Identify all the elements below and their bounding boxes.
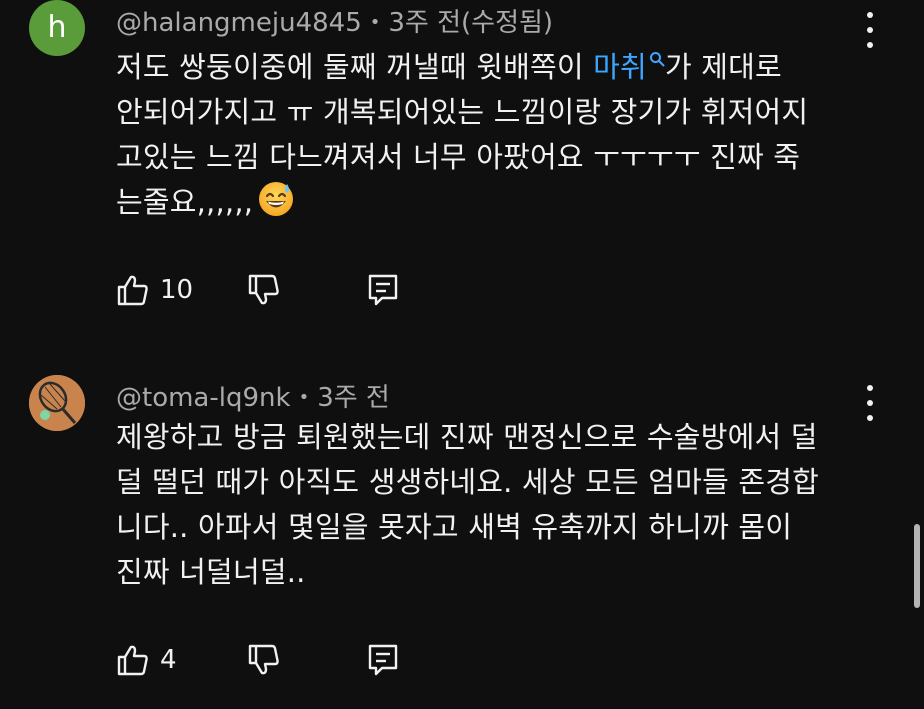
dislike-button[interactable]	[247, 643, 281, 677]
separator-dot: •	[298, 387, 310, 408]
more-vert-icon-dot	[867, 400, 873, 406]
tennis-racket-icon	[29, 375, 85, 431]
reply-button[interactable]	[367, 643, 399, 677]
more-options-button[interactable]	[860, 385, 880, 421]
comment-line: 덜 떨던 때가 아직도 생생하네요. 세상 모든 엄마들 존경합	[116, 465, 820, 499]
more-vert-icon	[867, 385, 873, 391]
comment-actions: 4	[116, 640, 399, 680]
comment-item: @toma-lq9nk • 3주 전 제왕하고 방금 퇴원했는데 진짜 맨정신으로 …	[0, 0, 924, 709]
comment-header: @toma-lq9nk • 3주 전	[116, 377, 390, 414]
thumbs-down-icon	[248, 644, 279, 675]
like-button[interactable]: 4	[116, 643, 177, 677]
author-handle[interactable]: @toma-lq9nk	[116, 383, 291, 413]
comment-time[interactable]: 3주 전	[317, 383, 390, 413]
like-count: 4	[160, 645, 177, 675]
comment-text: 제왕하고 방금 퇴원했는데 진짜 맨정신으로 수술방에서 덜 덜 떨던 때가 아…	[116, 415, 856, 595]
more-vert-icon-dot	[867, 415, 873, 421]
reply-comment-icon	[368, 644, 397, 676]
comment-line: 니다.. 아파서 몇일을 못자고 새벽 유축까지 하니까 몸이	[116, 510, 793, 544]
thumbs-up-icon	[117, 645, 148, 676]
scrollbar-thumb[interactable]	[914, 524, 920, 608]
comment-line: 제왕하고 방금 퇴원했는데 진짜 맨정신으로 수술방에서 덜	[116, 420, 818, 454]
avatar[interactable]	[29, 375, 85, 431]
comment-line: 진짜 너덜너덜..	[116, 555, 306, 589]
comments-panel: h @halangmeju4845 • 3주 전(수정됨) 저도 쌍둥이중에 둘째 …	[0, 0, 924, 709]
